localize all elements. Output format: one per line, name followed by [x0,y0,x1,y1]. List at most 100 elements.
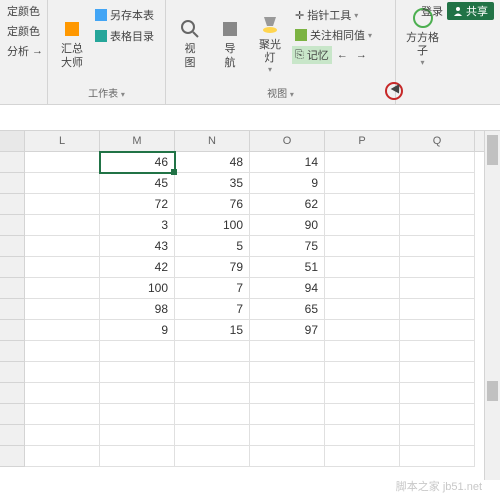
cell[interactable]: 14 [250,152,325,173]
cell[interactable]: 100 [100,278,175,299]
cell[interactable] [400,425,475,446]
col-header-Q[interactable]: Q [400,131,475,151]
sheet-toc-button[interactable]: 表格目录 [92,27,157,45]
row-header[interactable] [0,173,25,194]
cell[interactable] [100,425,175,446]
cell[interactable] [400,383,475,404]
row-header[interactable] [0,320,25,341]
cell[interactable] [400,278,475,299]
cell[interactable]: 7 [175,299,250,320]
col-header-O[interactable]: O [250,131,325,151]
cell[interactable]: 100 [175,215,250,236]
cell[interactable] [400,236,475,257]
cell[interactable] [25,320,100,341]
scroll-thumb[interactable] [487,381,498,401]
cell[interactable] [100,341,175,362]
cell[interactable] [400,194,475,215]
row-header[interactable] [0,236,25,257]
cell[interactable] [25,173,100,194]
cell[interactable] [325,341,400,362]
vertical-scrollbar[interactable] [484,131,500,480]
col-header-L[interactable]: L [25,131,100,151]
cell[interactable]: 65 [250,299,325,320]
cell[interactable] [25,194,100,215]
set-color-1[interactable]: 定颜色 [4,2,43,20]
cell[interactable] [175,341,250,362]
cell[interactable]: 94 [250,278,325,299]
cell[interactable] [100,446,175,467]
cell[interactable]: 35 [175,173,250,194]
row-header[interactable] [0,383,25,404]
cell[interactable] [25,257,100,278]
share-button[interactable]: 共享 [447,2,494,20]
col-header-P[interactable]: P [325,131,400,151]
cell[interactable]: 43 [100,236,175,257]
cell[interactable]: 15 [175,320,250,341]
cell[interactable] [325,257,400,278]
scroll-thumb[interactable] [487,135,498,165]
cell[interactable] [25,341,100,362]
cell[interactable] [400,404,475,425]
cell[interactable] [175,425,250,446]
cell[interactable] [400,362,475,383]
cell[interactable] [100,404,175,425]
cell[interactable] [25,446,100,467]
row-header[interactable] [0,278,25,299]
cell[interactable] [25,404,100,425]
cell[interactable] [175,362,250,383]
cell[interactable]: 75 [250,236,325,257]
cell[interactable] [25,299,100,320]
cell[interactable]: 46 [100,152,175,173]
cell[interactable] [250,341,325,362]
login-link[interactable]: 登录 [421,3,443,19]
cell[interactable]: 98 [100,299,175,320]
memory-button[interactable]: ⎘记忆 [292,46,332,64]
cell[interactable] [100,362,175,383]
cell[interactable]: 45 [100,173,175,194]
cell[interactable] [400,215,475,236]
view-button[interactable]: 视 图 [170,2,210,83]
pointer-tool[interactable]: ✛指针工具▾ [292,6,375,24]
cell[interactable] [175,404,250,425]
cell[interactable] [325,425,400,446]
cell[interactable] [400,152,475,173]
cell[interactable] [325,152,400,173]
cell[interactable] [25,278,100,299]
cell[interactable]: 48 [175,152,250,173]
nav-back[interactable]: ← [334,46,351,64]
cell[interactable] [175,383,250,404]
analysis-button[interactable]: 分析 → [4,42,43,60]
row-header[interactable] [0,194,25,215]
col-header-N[interactable]: N [175,131,250,151]
cell[interactable] [25,425,100,446]
focus-same-value[interactable]: 关注相同值▾ [292,26,375,44]
row-header[interactable] [0,299,25,320]
cell[interactable]: 3 [100,215,175,236]
row-header[interactable] [0,257,25,278]
cell[interactable] [325,299,400,320]
nav-button[interactable]: 导 航 [210,2,250,83]
col-header-M[interactable]: M [100,131,175,151]
cell[interactable] [325,446,400,467]
cell[interactable] [325,404,400,425]
cell[interactable] [175,446,250,467]
cell[interactable] [25,383,100,404]
nav-forward[interactable]: → [353,46,370,64]
row-header[interactable] [0,215,25,236]
cell[interactable] [250,404,325,425]
cell[interactable]: 7 [175,278,250,299]
row-header[interactable] [0,362,25,383]
cell[interactable] [250,362,325,383]
cell[interactable] [25,152,100,173]
cell[interactable] [325,362,400,383]
cell[interactable] [400,341,475,362]
cell[interactable]: 76 [175,194,250,215]
select-all-corner[interactable] [0,131,25,151]
cell[interactable] [400,173,475,194]
cell[interactable] [400,257,475,278]
cell[interactable] [325,236,400,257]
cell[interactable]: 51 [250,257,325,278]
cell[interactable] [325,173,400,194]
cell[interactable]: 9 [100,320,175,341]
row-header[interactable] [0,404,25,425]
